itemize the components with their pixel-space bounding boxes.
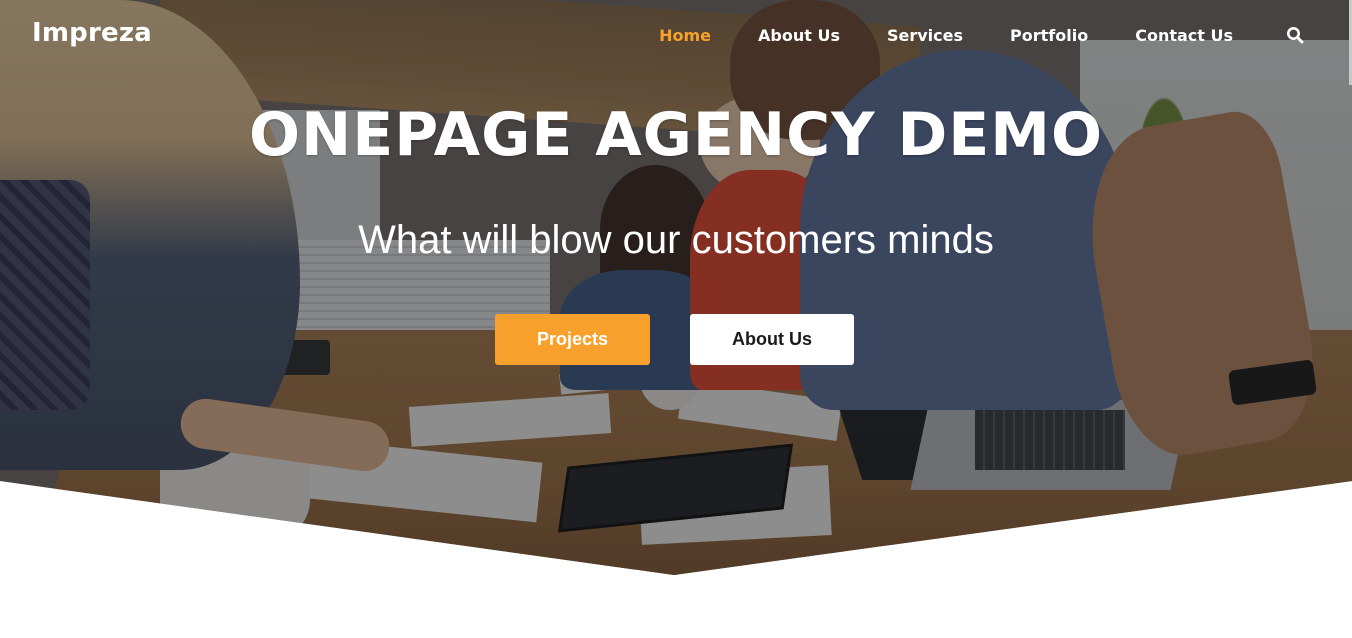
hero-subtitle: What will blow our customers minds bbox=[358, 218, 994, 262]
main-nav: Home About Us Services Portfolio Contact… bbox=[659, 0, 1352, 70]
page: Impreza Home About Us Services Portfolio… bbox=[0, 0, 1352, 638]
site-logo[interactable]: Impreza bbox=[32, 18, 152, 48]
search-icon bbox=[1287, 27, 1304, 44]
hero-title: ONEPAGE AGENCY DEMO bbox=[249, 100, 1103, 170]
projects-button[interactable]: Projects bbox=[495, 314, 650, 365]
nav-item-home[interactable]: Home bbox=[659, 26, 711, 45]
nav-item-portfolio[interactable]: Portfolio bbox=[1010, 26, 1088, 45]
nav-item-contact-us[interactable]: Contact Us bbox=[1135, 26, 1233, 45]
hero-dark-overlay bbox=[0, 0, 1352, 575]
about-us-button[interactable]: About Us bbox=[690, 314, 854, 365]
nav-item-about-us[interactable]: About Us bbox=[758, 26, 840, 45]
hero-section bbox=[0, 0, 1352, 575]
site-header: Impreza Home About Us Services Portfolio… bbox=[0, 0, 1352, 70]
nav-item-services[interactable]: Services bbox=[887, 26, 963, 45]
search-button[interactable] bbox=[1284, 24, 1306, 46]
